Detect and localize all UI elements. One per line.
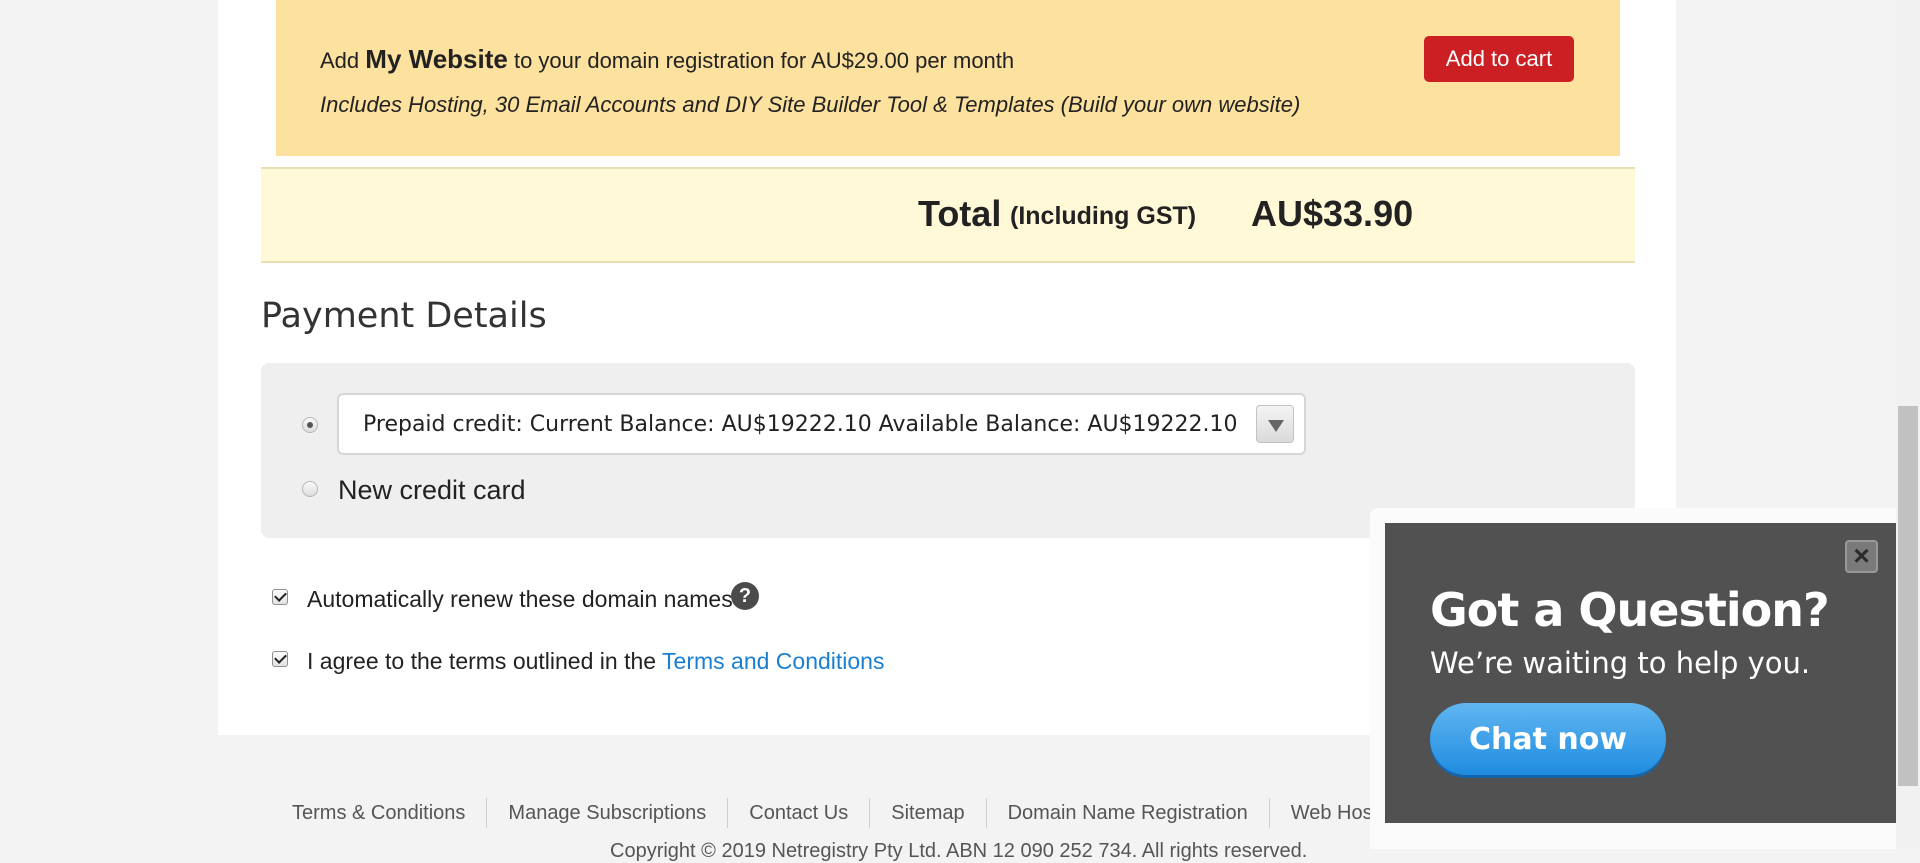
agree-terms-label: I agree to the terms outlined in the Ter… [307, 648, 884, 675]
upsell-price-text: to your domain registration for AU$29.00… [513, 48, 1015, 73]
upsell-text: Add My Website to your domain registrati… [320, 44, 1014, 75]
footer-links: Terms & Conditions Manage Subscriptions … [271, 798, 1415, 828]
footer-link-terms[interactable]: Terms & Conditions [271, 798, 486, 828]
footer-link-manage-subscriptions[interactable]: Manage Subscriptions [486, 798, 727, 828]
payment-details-heading: Payment Details [261, 296, 547, 336]
footer-link-contact-us[interactable]: Contact Us [727, 798, 869, 828]
auto-renew-label: Automatically renew these domain names [307, 586, 733, 612]
terms-and-conditions-link[interactable]: Terms and Conditions [662, 648, 884, 674]
total-label: Total [918, 193, 1002, 234]
chat-title: Got a Question? [1430, 583, 1830, 637]
footer-link-sitemap[interactable]: Sitemap [869, 798, 985, 828]
chat-subtitle: We’re waiting to help you. [1430, 646, 1811, 680]
copyright-text: Copyright © 2019 Netregistry Pty Ltd. AB… [610, 840, 1308, 862]
add-to-cart-button[interactable]: Add to cart [1424, 36, 1574, 82]
agree-terms-checkbox[interactable] [272, 651, 288, 667]
upsell-description: Includes Hosting, 30 Email Accounts and … [320, 92, 1301, 117]
footer-link-domain-registration[interactable]: Domain Name Registration [985, 798, 1269, 828]
total-gst-note: (Including GST) [1010, 202, 1197, 230]
help-icon[interactable]: ? [731, 582, 759, 610]
scrollbar-thumb[interactable] [1898, 406, 1918, 786]
prepaid-credit-radio[interactable] [302, 417, 318, 433]
auto-renew-checkbox[interactable] [272, 589, 288, 605]
prepaid-credit-select-value: Prepaid credit: Current Balance: AU$1922… [363, 412, 1238, 437]
total-value: AU$33.90 [1251, 193, 1414, 234]
close-icon[interactable]: × [1845, 540, 1878, 573]
new-credit-card-label[interactable]: New credit card [338, 475, 526, 506]
upsell-banner [276, 0, 1620, 156]
chevron-down-icon[interactable] [1256, 405, 1294, 443]
upsell-add-word: Add [320, 48, 360, 73]
prepaid-credit-select[interactable]: Prepaid credit: Current Balance: AU$1922… [337, 393, 1306, 455]
agree-terms-text: I agree to the terms outlined in the [307, 648, 657, 674]
new-credit-card-radio[interactable] [302, 481, 318, 497]
upsell-product-name: My Website [365, 44, 508, 74]
chat-now-button[interactable]: Chat now [1430, 703, 1666, 775]
